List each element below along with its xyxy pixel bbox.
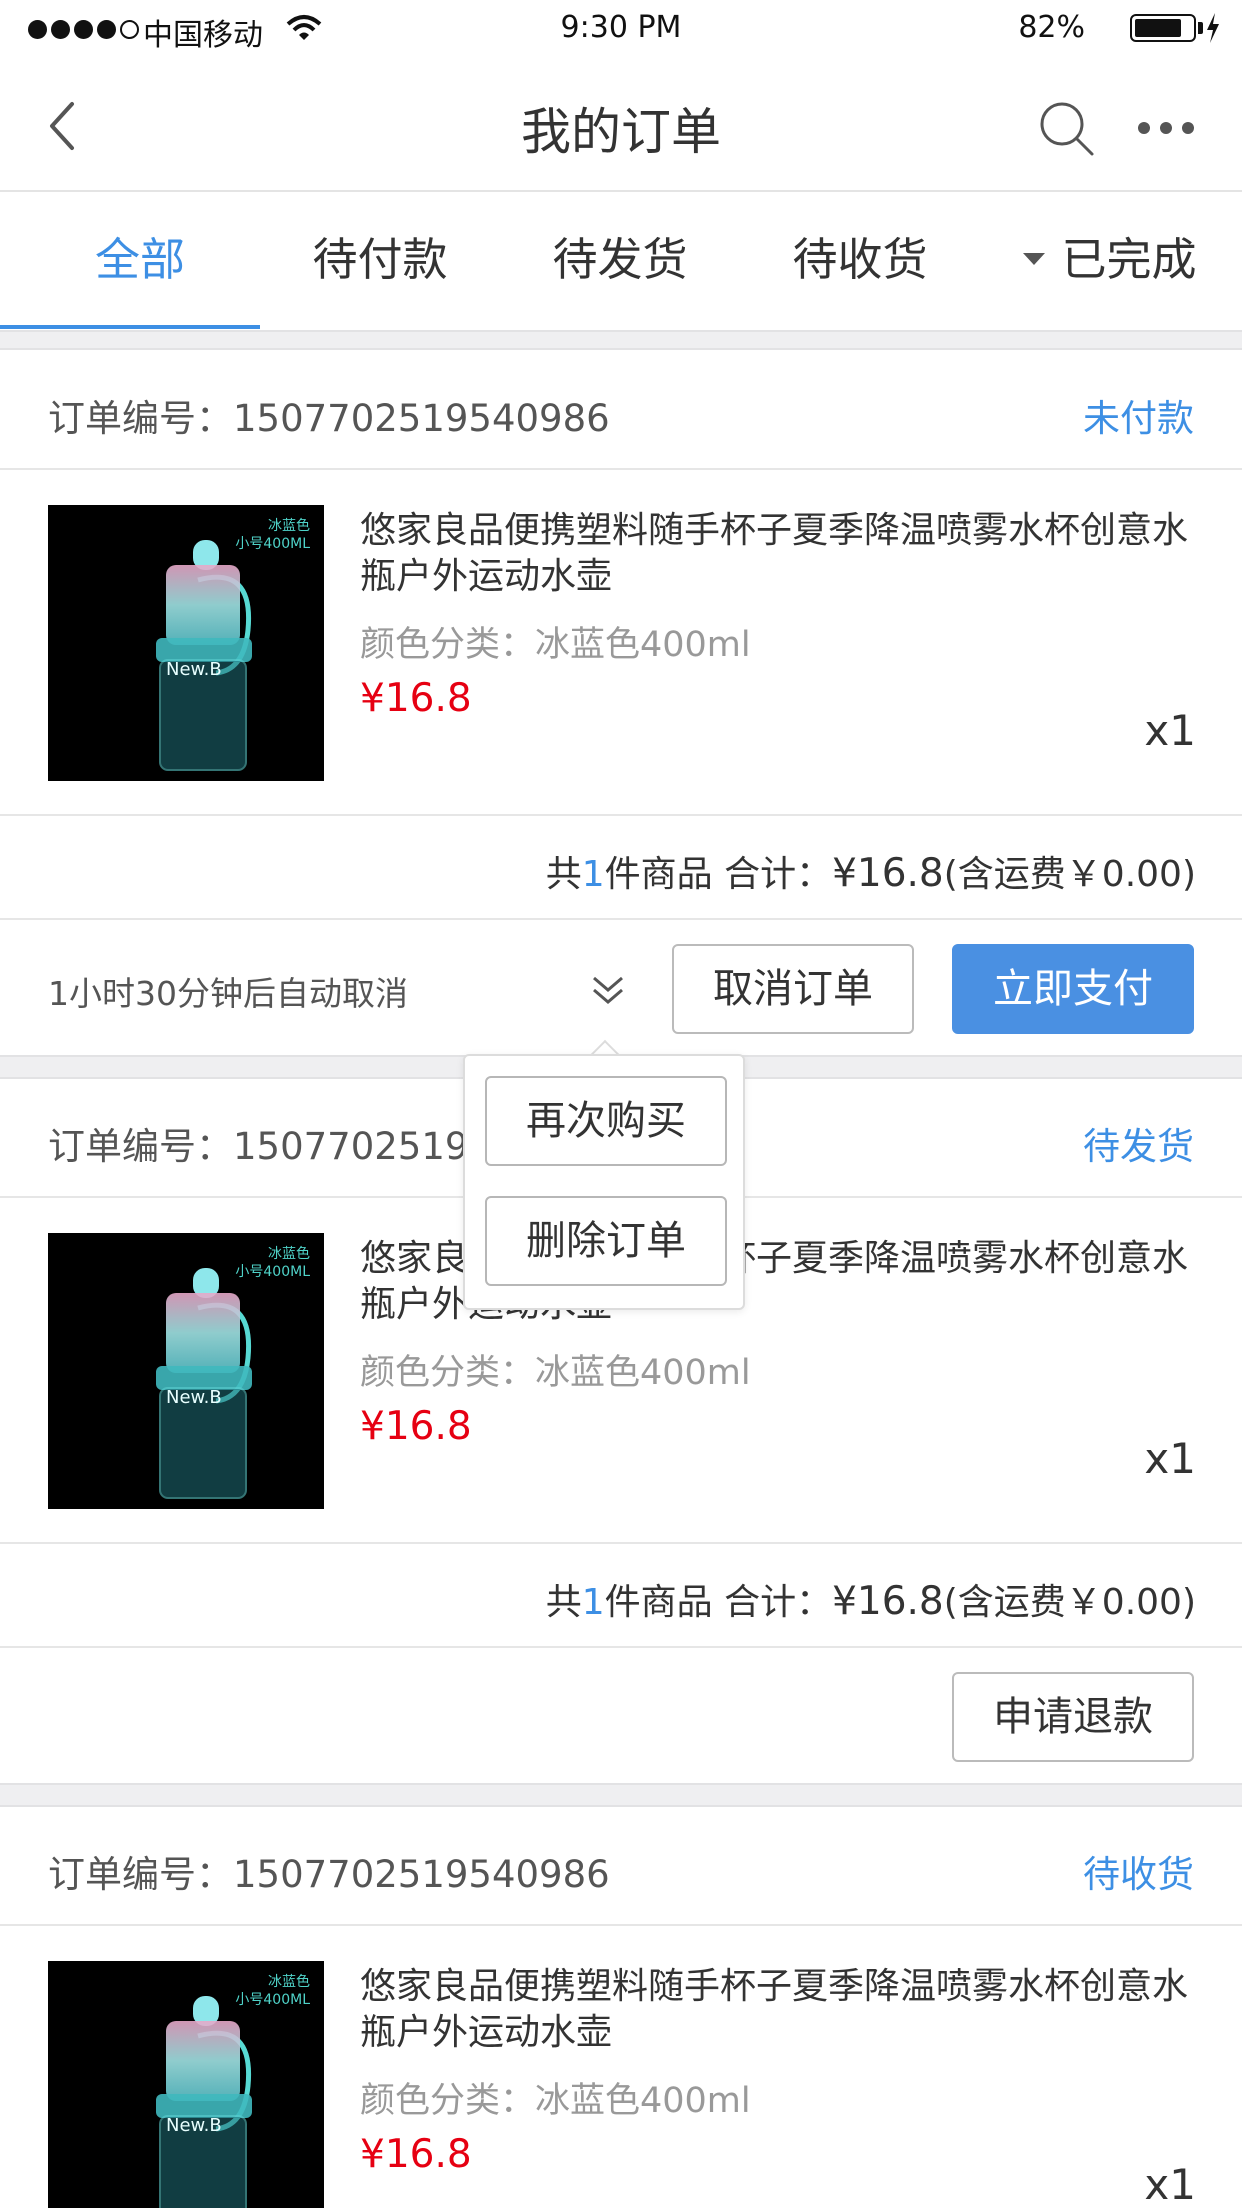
battery-tip — [1198, 22, 1203, 34]
product-price: ¥16.8 — [360, 676, 472, 721]
tab-completed-label: 已完成 — [1061, 233, 1197, 286]
order-status: 未付款 — [1083, 397, 1194, 440]
more-icon[interactable] — [1136, 113, 1196, 143]
thumb-brand: New.B — [166, 2115, 222, 2136]
divider — [0, 1924, 1242, 1926]
tab-pending-receipt[interactable]: 待收货 — [740, 192, 980, 330]
order-status: 待收货 — [1083, 1853, 1194, 1896]
tab-pending-payment[interactable]: 待付款 — [260, 192, 500, 330]
charging-icon — [1207, 13, 1219, 43]
auto-cancel-countdown: 1小时30分钟后自动取消 — [48, 974, 408, 1013]
product-title[interactable]: 悠家良品便携塑料随手杯子夏季降温喷雾水杯创意水瓶户外运动水壶 — [360, 1964, 1200, 2056]
status-bar: 中国移动 9:30 PM 82% — [0, 0, 1242, 58]
section-separator — [0, 1783, 1242, 1807]
product-quantity: x1 — [1144, 1434, 1196, 1483]
product-spec: 颜色分类：冰蓝色400ml — [360, 1353, 751, 1393]
product-image[interactable]: 冰蓝色 小号400ML New.B — [48, 1233, 324, 1509]
search-icon[interactable] — [1036, 98, 1096, 158]
divider — [0, 918, 1242, 920]
buy-again-button[interactable]: 再次购买 — [485, 1076, 727, 1166]
divider — [0, 468, 1242, 470]
order-number: 订单编号：1507702519540986 — [48, 397, 610, 440]
cancel-order-button[interactable]: 取消订单 — [672, 944, 914, 1034]
request-refund-button[interactable]: 申请退款 — [952, 1672, 1194, 1762]
product-quantity: x1 — [1144, 706, 1196, 755]
battery-icon — [1130, 14, 1196, 42]
tab-active-indicator — [0, 325, 260, 329]
section-separator — [0, 330, 1242, 350]
nav-bar: 我的订单 — [0, 58, 1242, 192]
more-actions-popup: 再次购买 删除订单 — [463, 1054, 745, 1310]
tab-pending-shipment[interactable]: 待发货 — [500, 192, 740, 330]
product-price: ¥16.8 — [360, 2132, 472, 2177]
tab-completed[interactable]: 已完成 — [990, 192, 1230, 330]
order-summary: 共1件商品 合计：¥16.8(含运费￥0.00) — [545, 851, 1196, 896]
water-bottle-image: New.B — [156, 1996, 252, 2208]
delete-order-button[interactable]: 删除订单 — [485, 1196, 727, 1286]
product-quantity: x1 — [1144, 2160, 1196, 2208]
order-number: 订单编号：1507702519540986 — [48, 1853, 610, 1896]
water-bottle-image: New.B — [156, 540, 252, 771]
product-image[interactable]: 冰蓝色 小号400ML New.B — [48, 1961, 324, 2208]
dropdown-triangle-icon — [1023, 253, 1046, 265]
product-spec: 颜色分类：冰蓝色400ml — [360, 2081, 751, 2121]
product-price: ¥16.8 — [360, 1404, 472, 1449]
product-title[interactable]: 悠家良品便携塑料随手杯子夏季降温喷雾水杯创意水瓶户外运动水壶 — [360, 508, 1200, 600]
product-image[interactable]: 冰蓝色 小号400ML New.B — [48, 505, 324, 781]
divider — [0, 1646, 1242, 1648]
product-spec: 颜色分类：冰蓝色400ml — [360, 625, 751, 665]
divider — [0, 814, 1242, 816]
chevron-down-icon[interactable] — [588, 970, 628, 1010]
tab-all[interactable]: 全部 — [20, 192, 260, 330]
thumb-brand: New.B — [166, 1387, 222, 1408]
thumb-brand: New.B — [166, 659, 222, 680]
pay-now-button[interactable]: 立即支付 — [952, 944, 1194, 1034]
water-bottle-image: New.B — [156, 1268, 252, 1499]
order-tabs: 全部 待付款 待发货 待收货 已完成 — [0, 192, 1242, 330]
order-summary: 共1件商品 合计：¥16.8(含运费￥0.00) — [545, 1579, 1196, 1624]
order-status: 待发货 — [1083, 1125, 1194, 1168]
battery-percent: 82% — [1018, 10, 1085, 45]
divider — [0, 1542, 1242, 1544]
